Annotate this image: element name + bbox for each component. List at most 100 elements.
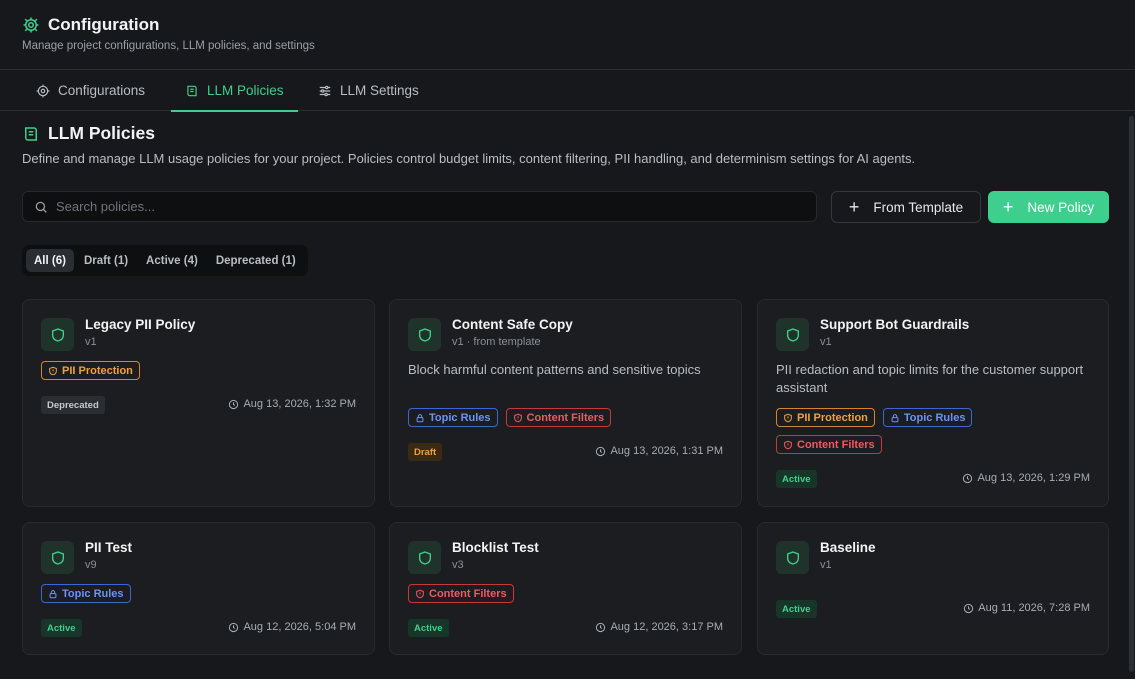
shield-icon-box — [776, 541, 809, 574]
button-label: From Template — [873, 199, 964, 215]
policy-description: Block harmful content patterns and sensi… — [408, 362, 701, 377]
filter-draft[interactable]: Draft (1) — [76, 249, 136, 272]
shield-alert-icon — [784, 413, 792, 422]
lock-icon — [416, 413, 424, 422]
clock-icon — [596, 622, 606, 632]
tab-llm-policies[interactable]: LLM Policies — [171, 70, 297, 112]
status-badge: Deprecated — [41, 396, 105, 414]
filter-all[interactable]: All (6) — [26, 249, 74, 272]
policy-card-baseline[interactable]: Baseline v1 Active Aug 11, 2026, 7:28 PM — [757, 522, 1109, 655]
tag-content-filters: Content Filters — [776, 435, 882, 454]
sliders-icon — [319, 85, 331, 96]
clock-icon — [229, 399, 239, 409]
clock-icon — [964, 603, 974, 613]
tag-topic-rules: Topic Rules — [408, 408, 498, 427]
policy-tags: Topic Rules Content Filters — [408, 408, 728, 427]
status-badge: Active — [41, 619, 82, 637]
tab-bar: Configurations LLM Policies LLM Settings — [0, 70, 1135, 112]
policy-card-blocklist-test[interactable]: Blocklist Test v3 Content Filters Active… — [389, 522, 742, 655]
from-template-button[interactable]: + From Template — [831, 191, 981, 223]
shield-icon-box — [41, 541, 74, 574]
policy-description: PII redaction and topic limits for the c… — [776, 362, 1084, 395]
policy-date: Aug 12, 2026, 3:17 PM — [595, 621, 723, 633]
policy-tags: Topic Rules — [41, 584, 361, 603]
search-icon — [35, 201, 47, 213]
button-label: New Policy — [1027, 199, 1095, 215]
policy-date: Aug 13, 2026, 1:29 PM — [962, 472, 1090, 484]
scroll-icon — [25, 127, 37, 141]
page-header: Configuration Manage project configurati… — [0, 0, 1135, 70]
shield-icon-box — [408, 318, 441, 351]
shield-icon-box — [41, 318, 74, 351]
policy-name: Baseline — [820, 540, 876, 555]
policy-version: v1 · from template — [452, 336, 541, 348]
status-badge: Active — [776, 600, 817, 618]
policy-card-legacy-pii[interactable]: Legacy PII Policy v1 PII Protection Depr… — [22, 299, 375, 507]
status-badge: Active — [776, 470, 817, 488]
shield-icon — [418, 327, 431, 342]
section-description: Define and manage LLM usage policies for… — [22, 151, 916, 166]
tab-llm-settings[interactable]: LLM Settings — [318, 70, 419, 111]
policy-date: Aug 12, 2026, 5:04 PM — [228, 621, 356, 633]
tag-content-filters: Content Filters — [408, 584, 514, 603]
policy-version: v3 — [452, 559, 464, 571]
policy-date: Aug 11, 2026, 7:28 PM — [963, 602, 1090, 614]
tag-pii-protection: PII Protection — [776, 408, 875, 427]
gear-icon — [36, 84, 50, 97]
shield-alert-icon — [416, 589, 424, 598]
policy-version: v1 — [820, 336, 832, 348]
clock-icon — [229, 622, 239, 632]
shield-icon — [786, 327, 799, 342]
policy-name: PII Test — [85, 540, 133, 555]
shield-icon-box — [408, 541, 441, 574]
policy-tags: PII Protection Topic Rules Content Filte… — [776, 408, 1026, 454]
status-badge: Draft — [408, 443, 443, 461]
gear-icon — [23, 17, 39, 33]
policy-name: Blocklist Test — [452, 540, 539, 555]
lock-icon — [49, 589, 57, 598]
policy-tags: Content Filters — [408, 584, 728, 603]
clock-icon — [963, 473, 973, 483]
tab-configurations[interactable]: Configurations — [36, 70, 145, 111]
page-subtitle: Manage project configurations, LLM polic… — [22, 40, 315, 52]
tag-content-filters: Content Filters — [505, 408, 612, 427]
policy-name: Support Bot Guardrails — [820, 317, 970, 332]
shield-icon — [51, 550, 64, 565]
status-badge: Active — [408, 619, 449, 637]
shield-alert-icon — [513, 413, 522, 422]
policy-card-support-bot-guardrails[interactable]: Support Bot Guardrails v1 PII redaction … — [757, 299, 1109, 507]
policy-tags: PII Protection — [41, 361, 361, 380]
scroll-icon — [187, 85, 197, 96]
policy-version: v1 — [85, 336, 97, 348]
shield-icon — [786, 550, 799, 565]
filter-active[interactable]: Active (4) — [138, 249, 206, 272]
tab-label: LLM Policies — [207, 83, 284, 98]
shield-icon — [51, 327, 64, 342]
tab-label: LLM Settings — [340, 83, 419, 98]
search-box[interactable] — [22, 191, 817, 222]
policy-version: v9 — [85, 559, 97, 571]
policy-name: Content Safe Copy — [452, 317, 573, 332]
tag-pii-protection: PII Protection — [41, 361, 140, 380]
new-policy-button[interactable]: + New Policy — [988, 191, 1109, 223]
page-title: Configuration — [48, 15, 160, 34]
shield-alert-icon — [49, 366, 57, 375]
policy-version: v1 — [820, 559, 832, 571]
status-filter-group: All (6) Draft (1) Active (4) Deprecated … — [22, 245, 308, 276]
tag-topic-rules: Topic Rules — [41, 584, 131, 603]
scrollbar-thumb[interactable] — [1129, 116, 1134, 672]
plus-icon: + — [848, 197, 860, 217]
clock-icon — [596, 446, 606, 456]
filter-deprecated[interactable]: Deprecated (1) — [208, 249, 304, 272]
policy-card-pii-test[interactable]: PII Test v9 Topic Rules Active Aug 12, 2… — [22, 522, 375, 655]
policy-date: Aug 13, 2026, 1:32 PM — [228, 398, 356, 410]
policy-date: Aug 13, 2026, 1:31 PM — [595, 445, 723, 457]
search-input[interactable] — [56, 199, 796, 214]
shield-alert-icon — [784, 440, 792, 449]
tab-label: Configurations — [58, 83, 146, 98]
policy-name: Legacy PII Policy — [85, 317, 196, 332]
lock-icon — [891, 413, 899, 422]
tag-topic-rules: Topic Rules — [882, 408, 973, 427]
policy-card-content-safe-copy[interactable]: Content Safe Copy v1 · from template Blo… — [389, 299, 742, 507]
shield-icon-box — [776, 318, 809, 351]
